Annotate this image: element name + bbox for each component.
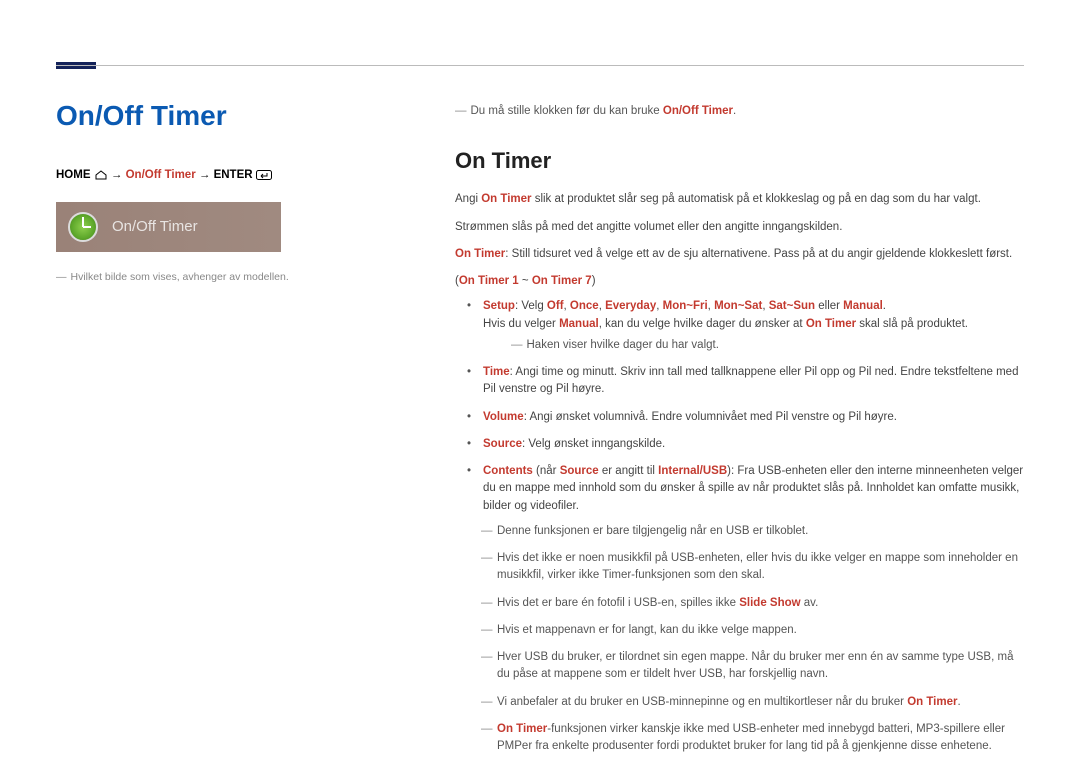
setup-l2b: Manual xyxy=(559,318,599,330)
note-1: ―Denne funksjonen er bare tilgjengelig n… xyxy=(483,523,1025,540)
setup-everyday: Everyday xyxy=(605,300,656,312)
setup-eller: eller xyxy=(815,300,843,312)
setup-manual: Manual xyxy=(843,300,883,312)
intro-bold: On/Off Timer xyxy=(663,105,733,117)
p1-a: Angi xyxy=(455,193,481,205)
note-1-text: Denne funksjonen er bare tilgjengelig nå… xyxy=(497,525,808,537)
note-3: ―Hvis det er bare én fotofil i USB-en, s… xyxy=(483,595,1025,612)
contents-label: Contents xyxy=(483,465,533,477)
setup-l2e: skal slå på produktet. xyxy=(856,318,968,330)
note-5: ―Hver USB du bruker, er tilordnet sin eg… xyxy=(483,649,1025,684)
home-icon xyxy=(94,170,108,180)
contents-b: er angitt til xyxy=(599,465,658,477)
setup-monsat: Mon~Sat xyxy=(714,300,762,312)
note-7b: -funksjonen virker kanskje ikke med USB-… xyxy=(497,723,1005,752)
setup-once: Once xyxy=(570,300,599,312)
note-4: ―Hvis et mappenavn er for langt, kan du … xyxy=(483,622,1025,639)
breadcrumb-enter: ENTER xyxy=(214,169,253,181)
note-6: ―Vi anbefaler at du bruker en USB-minnep… xyxy=(483,694,1025,711)
bullet-setup: Setup: Velg Off, Once, Everyday, Mon~Fri… xyxy=(473,298,1025,354)
intro-text-before: Du må stille klokken før du kan bruke xyxy=(471,105,663,117)
bullet-time: Time: Angi time og minutt. Skriv inn tal… xyxy=(473,364,1025,399)
breadcrumb-home: HOME xyxy=(56,169,91,181)
menu-screenshot-label: On/Off Timer xyxy=(112,216,198,239)
intro-note: ―Du må stille klokken før du kan bruke O… xyxy=(455,103,1025,120)
breadcrumb-arrow-2: → xyxy=(196,169,214,181)
contents-intusb: Internal/USB xyxy=(658,465,727,477)
breadcrumb-mid: On/Off Timer xyxy=(126,169,196,181)
right-column: ―Du må stille klokken før du kan bruke O… xyxy=(455,103,1025,765)
setup-satsun: Sat~Sun xyxy=(769,300,815,312)
paragraph-3: On Timer: Still tidsuret ved å velge ett… xyxy=(455,246,1025,263)
time-text: : Angi time og minutt. Skriv inn tall me… xyxy=(483,366,1018,395)
section-title: On Timer xyxy=(455,144,1025,177)
setup-l2c: , kan du velge hvilke dager du ønsker at xyxy=(599,318,806,330)
note-7: ―On Timer-funksjonen virker kanskje ikke… xyxy=(483,721,1025,756)
note-2-text: Hvis det ikke er noen musikkfil på USB-e… xyxy=(497,552,1018,581)
intro-text-after: . xyxy=(733,105,736,117)
contents-src: Source xyxy=(560,465,599,477)
bullet-list: Setup: Velg Off, Once, Everyday, Mon~Fri… xyxy=(455,298,1025,755)
clock-icon xyxy=(68,212,98,242)
setup-dot: . xyxy=(883,300,886,312)
range-b: On Timer 7 xyxy=(532,275,592,287)
left-caption-text: Hvilket bilde som vises, avhenger av mod… xyxy=(71,271,289,283)
setup-off: Off xyxy=(547,300,564,312)
note-3a: Hvis det er bare én fotofil i USB-en, sp… xyxy=(497,597,739,609)
note-3c: av. xyxy=(801,597,819,609)
setup-a: : Velg xyxy=(515,300,547,312)
setup-l2a: Hvis du velger xyxy=(483,318,559,330)
bullet-volume: Volume: Angi ønsket volumnivå. Endre vol… xyxy=(473,409,1025,426)
setup-l2d: On Timer xyxy=(806,318,856,330)
bullet-source: Source: Velg ønsket inngangskilde. xyxy=(473,436,1025,453)
p1-c: slik at produktet slår seg på automatisk… xyxy=(532,193,981,205)
p3-a: On Timer xyxy=(455,248,505,260)
volume-label: Volume xyxy=(483,411,524,423)
note-6a: Vi anbefaler at du bruker en USB-minnepi… xyxy=(497,696,907,708)
source-label: Source xyxy=(483,438,522,450)
breadcrumb: HOME → On/Off Timer → ENTER xyxy=(56,167,386,184)
volume-text: : Angi ønsket volumnivå. Endre volumnivå… xyxy=(524,411,897,423)
time-label: Time xyxy=(483,366,510,378)
left-column: On/Off Timer HOME → On/Off Timer → ENTER… xyxy=(56,95,386,286)
enter-icon xyxy=(256,170,272,180)
header-divider xyxy=(56,65,1024,66)
setup-monfri: Mon~Fri xyxy=(663,300,708,312)
note-6c: . xyxy=(957,696,960,708)
setup-label: Setup xyxy=(483,300,515,312)
note-5-text: Hver USB du bruker, er tilordnet sin ege… xyxy=(497,651,1013,680)
paragraph-2: Strømmen slås på med det angitte volumet… xyxy=(455,219,1025,236)
source-text: : Velg ønsket inngangskilde. xyxy=(522,438,665,450)
setup-sub-text: Haken viser hvilke dager du har valgt. xyxy=(527,339,719,351)
menu-screenshot: On/Off Timer xyxy=(56,202,281,252)
note-2: ―Hvis det ikke er noen musikkfil på USB-… xyxy=(483,550,1025,585)
note-7a: On Timer xyxy=(497,723,547,735)
note-3b: Slide Show xyxy=(739,597,800,609)
range-mid: ~ xyxy=(519,275,532,287)
note-4-text: Hvis et mappenavn er for langt, kan du i… xyxy=(497,624,797,636)
note-6b: On Timer xyxy=(907,696,957,708)
p1-b: On Timer xyxy=(481,193,531,205)
left-caption-note: ―Hvilket bilde som vises, avhenger av mo… xyxy=(56,270,386,286)
bullet-contents: Contents (når Source er angitt til Inter… xyxy=(473,463,1025,755)
notes-list: ―Denne funksjonen er bare tilgjengelig n… xyxy=(483,523,1025,756)
setup-subnote: ―Haken viser hvilke dager du har valgt. xyxy=(483,337,1025,354)
page-title: On/Off Timer xyxy=(56,95,386,137)
paragraph-1: Angi On Timer slik at produktet slår seg… xyxy=(455,191,1025,208)
range-a: On Timer 1 xyxy=(459,275,519,287)
range-rp: ) xyxy=(592,275,596,287)
breadcrumb-arrow-1: → xyxy=(111,169,126,181)
p3-b: : Still tidsuret ved å velge ett av de s… xyxy=(505,248,1012,260)
timer-range-label: (On Timer 1 ~ On Timer 7) xyxy=(455,273,1025,290)
contents-a: (når xyxy=(533,465,560,477)
